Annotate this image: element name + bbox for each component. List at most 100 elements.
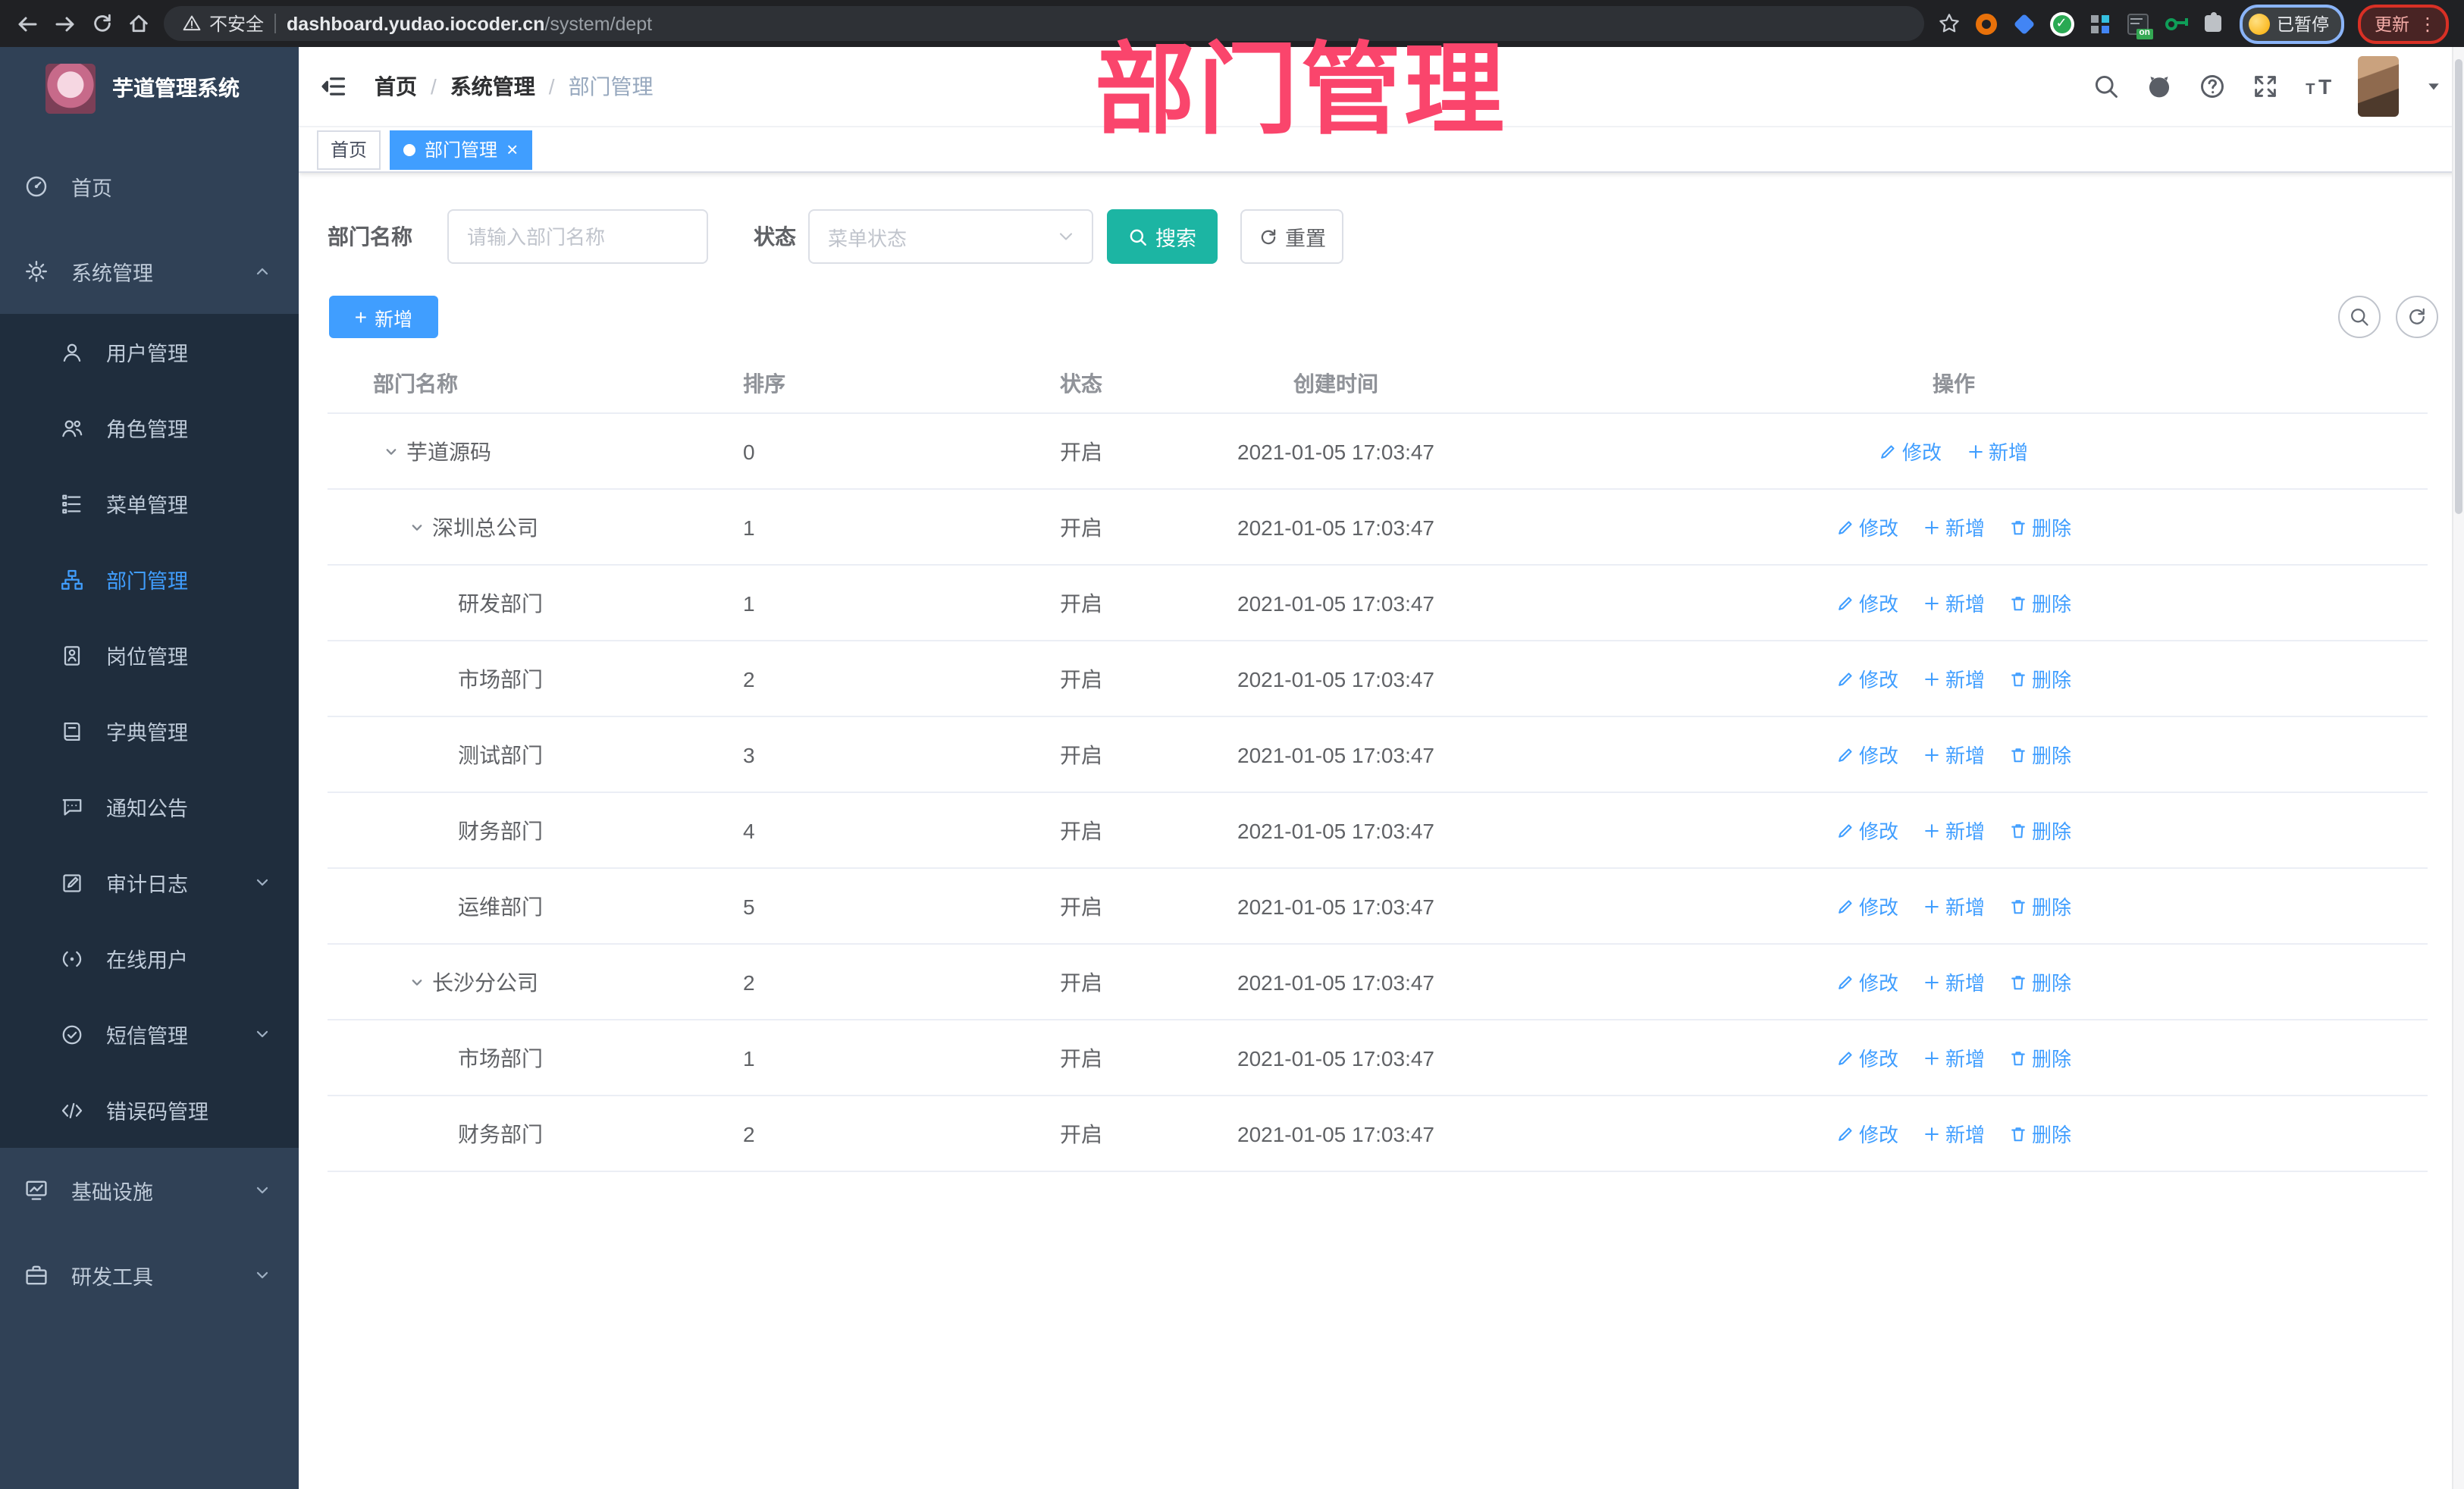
- browser-reload-icon[interactable]: [91, 12, 114, 35]
- action-add-link[interactable]: 新增: [1923, 1119, 1985, 1148]
- sidebar-item-secondary-1[interactable]: 研发工具: [0, 1233, 299, 1318]
- action-delete-link[interactable]: 删除: [2009, 1119, 2071, 1148]
- breadcrumb-system[interactable]: 系统管理: [450, 71, 535, 102]
- search-button[interactable]: 搜索: [1107, 209, 1218, 264]
- refresh-table-button[interactable]: [2396, 296, 2438, 338]
- profile-chip[interactable]: 已暂停: [2239, 4, 2344, 43]
- action-edit-link[interactable]: 修改: [1836, 816, 1898, 845]
- tree-expand-chevron-icon[interactable]: [382, 442, 400, 460]
- tree-expand-chevron-icon[interactable]: [408, 518, 426, 536]
- fullscreen-icon[interactable]: [2252, 73, 2279, 100]
- sidebar-item-sub-10[interactable]: 错误码管理: [0, 1072, 299, 1148]
- scrollbar-thumb[interactable]: [2455, 59, 2462, 514]
- sidebar-logo[interactable]: 芋道管理系统: [0, 47, 299, 129]
- sidebar-item-sub-2[interactable]: 菜单管理: [0, 466, 299, 541]
- tag-close-icon[interactable]: ×: [506, 139, 518, 159]
- trash-icon: [2009, 1049, 2027, 1067]
- trash-icon: [2009, 1124, 2027, 1143]
- ext-green-key-icon[interactable]: [2163, 11, 2187, 36]
- font-size-icon[interactable]: TT: [2305, 73, 2332, 100]
- sidebar-item-sub-5[interactable]: 字典管理: [0, 693, 299, 769]
- ext-puzzle-icon[interactable]: [2201, 11, 2225, 36]
- page-scrollbar[interactable]: [2452, 47, 2464, 1489]
- action-add-link[interactable]: 新增: [1923, 1043, 1985, 1072]
- action-edit-link[interactable]: 修改: [1836, 740, 1898, 769]
- action-edit-link[interactable]: 修改: [1836, 1043, 1898, 1072]
- tag-active-1[interactable]: 部门管理 ×: [390, 130, 532, 169]
- address-bar[interactable]: 不安全 dashboard.yudao.iocoder.cn/system/de…: [164, 6, 1923, 41]
- action-add-link[interactable]: 新增: [1966, 437, 2028, 466]
- action-delete-link[interactable]: 删除: [2009, 740, 2071, 769]
- toggle-search-button[interactable]: [2338, 296, 2381, 338]
- status-label: 状态: [754, 224, 796, 249]
- add-button[interactable]: + 新增: [329, 296, 438, 338]
- kebab-menu-icon[interactable]: ⋮: [2419, 14, 2437, 33]
- browser-forward-icon[interactable]: [53, 11, 77, 36]
- user-avatar[interactable]: [2358, 56, 2399, 117]
- action-add-link[interactable]: 新增: [1923, 513, 1985, 541]
- action-delete-link[interactable]: 删除: [2009, 664, 2071, 693]
- help-icon[interactable]: [2199, 73, 2226, 100]
- col-header-created: 创建时间: [1293, 371, 1378, 396]
- sidebar-item-sub-4[interactable]: 岗位管理: [0, 617, 299, 693]
- action-add-link[interactable]: 新增: [1923, 588, 1985, 617]
- dept-sort: 0: [743, 439, 755, 463]
- action-delete-link[interactable]: 删除: [2009, 513, 2071, 541]
- action-edit-link[interactable]: 修改: [1836, 967, 1898, 996]
- breadcrumb-home[interactable]: 首页: [375, 71, 417, 102]
- reset-button[interactable]: 重置: [1240, 209, 1343, 264]
- table-row: 测试部门 3 开启 2021-01-05 17:03:47 修改 新增 删除: [328, 717, 2428, 793]
- action-delete-link[interactable]: 删除: [2009, 1043, 2071, 1072]
- bookmark-star-icon[interactable]: [1937, 12, 1960, 35]
- action-label: 删除: [2032, 517, 2072, 540]
- tag-0[interactable]: 首页: [317, 130, 381, 169]
- action-delete-link[interactable]: 删除: [2009, 588, 2071, 617]
- browser-back-icon[interactable]: [15, 11, 39, 36]
- action-add-link[interactable]: 新增: [1923, 967, 1985, 996]
- sidebar-item-sub-9[interactable]: 短信管理: [0, 996, 299, 1072]
- ext-blue-gem-icon[interactable]: [2011, 11, 2036, 36]
- action-delete-link[interactable]: 删除: [2009, 892, 2071, 920]
- action-edit-link[interactable]: 修改: [1836, 588, 1898, 617]
- action-delete-link[interactable]: 删除: [2009, 967, 2071, 996]
- sidebar-item-sub-6[interactable]: 通知公告: [0, 769, 299, 845]
- browser-update-button[interactable]: 更新 ⋮: [2358, 4, 2449, 43]
- logo-image: [45, 63, 96, 113]
- action-add-link[interactable]: 新增: [1923, 892, 1985, 920]
- sidebar-item-sub-1[interactable]: 角色管理: [0, 390, 299, 466]
- action-edit-link[interactable]: 修改: [1879, 437, 1942, 466]
- sidebar-item-primary-1[interactable]: 系统管理: [0, 229, 299, 314]
- sidebar-item-primary-0[interactable]: 首页: [0, 144, 299, 229]
- sidebar-item-sub-3[interactable]: 部门管理: [0, 541, 299, 617]
- action-edit-link[interactable]: 修改: [1836, 664, 1898, 693]
- sidebar-item-sub-7[interactable]: 审计日志: [0, 845, 299, 920]
- action-edit-link[interactable]: 修改: [1836, 513, 1898, 541]
- action-edit-link[interactable]: 修改: [1836, 892, 1898, 920]
- ext-on-badge-icon[interactable]: on: [2125, 11, 2152, 39]
- browser-chrome-bar: 不安全 dashboard.yudao.iocoder.cn/system/de…: [0, 0, 2464, 47]
- action-add-link[interactable]: 新增: [1923, 664, 1985, 693]
- sidebar-item-label: 菜单管理: [106, 494, 188, 517]
- action-add-link[interactable]: 新增: [1923, 816, 1985, 845]
- ext-green-check-icon[interactable]: ✓: [2049, 11, 2074, 36]
- dept-sort: 3: [743, 742, 755, 766]
- status-select[interactable]: 菜单状态: [808, 209, 1093, 264]
- security-label[interactable]: 不安全: [209, 11, 264, 36]
- sidebar-item-sub-8[interactable]: 在线用户: [0, 920, 299, 996]
- hamburger-icon[interactable]: [320, 73, 347, 100]
- browser-home-icon[interactable]: [127, 12, 150, 35]
- action-edit-link[interactable]: 修改: [1836, 1119, 1898, 1148]
- ext-orange-donut-icon[interactable]: [1973, 11, 1998, 36]
- ext-blue-grid-icon[interactable]: [2087, 11, 2111, 36]
- chevron-down-icon[interactable]: [2425, 77, 2443, 96]
- app-header: 首页 / 系统管理 / 部门管理 TT: [299, 47, 2464, 127]
- github-icon[interactable]: [2146, 73, 2173, 100]
- action-delete-link[interactable]: 删除: [2009, 816, 2071, 845]
- action-add-link[interactable]: 新增: [1923, 740, 1985, 769]
- search-icon[interactable]: [2093, 73, 2120, 100]
- dept-name-input[interactable]: [447, 209, 708, 264]
- sidebar-item-sub-0[interactable]: 用户管理: [0, 314, 299, 390]
- sidebar-item-secondary-0[interactable]: 基础设施: [0, 1148, 299, 1233]
- trash-icon: [2009, 518, 2027, 536]
- tree-expand-chevron-icon[interactable]: [408, 973, 426, 991]
